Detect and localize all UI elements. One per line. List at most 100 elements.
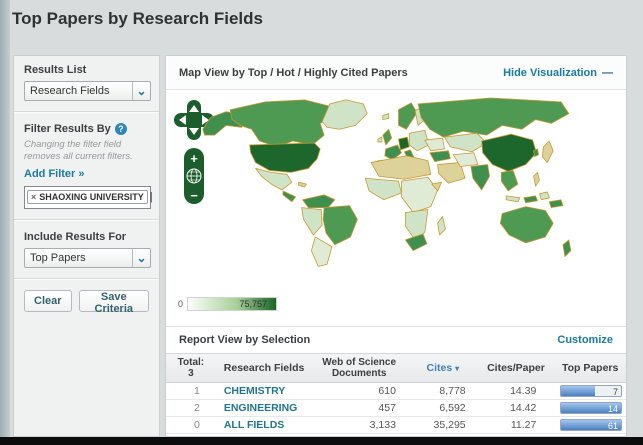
country-australia [499, 206, 554, 244]
cites-cell: 35,295 [433, 419, 466, 431]
hide-visualization-label: Hide Visualization [503, 66, 597, 79]
country-south-africa [404, 233, 428, 252]
chevron-down-icon: ⌄ [132, 248, 150, 267]
top-papers-bar: 61 [560, 419, 622, 431]
table-row: 2 ENGINEERING 457 6,592 14.42 14 [166, 400, 626, 417]
top-papers-bar: 7 [560, 385, 622, 397]
legend-min-value: 0 [178, 299, 184, 309]
country-brazil [322, 205, 358, 246]
cites-per-paper-cell: 14.42 [510, 402, 537, 414]
rank-cell: 1 [193, 385, 200, 397]
region-central-east-africa [401, 176, 439, 213]
region-indonesia-west [505, 195, 521, 203]
map-view-header-bar: Map View by Top / Hot / Highly Cited Pap… [166, 56, 626, 90]
total-label: Total: [177, 356, 205, 368]
legend-gradient-bar: 75,757 [187, 297, 278, 311]
docs-cell: 610 [378, 385, 396, 397]
table-header-row: Total: 3 Research Fields Web of Science … [166, 353, 626, 383]
rank-cell: 2 [193, 402, 200, 414]
filter-sidebar: Results List Research Fields ⌄ Filter Re… [13, 55, 160, 437]
region-scandinavia [398, 102, 418, 130]
filter-tag[interactable]: × SHAOXING UNIVERSITY [27, 190, 148, 205]
close-icon[interactable]: × [31, 192, 36, 202]
results-list-value: Research Fields [30, 85, 110, 97]
top-papers-value: 14 [607, 404, 618, 414]
country-usa [249, 142, 321, 173]
cites-cell: 8,778 [439, 385, 466, 397]
cites-per-paper-cell: 11.27 [510, 419, 537, 431]
country-germany [398, 136, 410, 151]
country-new-zealand [562, 239, 572, 257]
cites-label: Cites [426, 362, 453, 374]
rank-cell: 0 [193, 419, 200, 431]
sort-down-icon: ▾ [455, 364, 460, 373]
add-filter-link[interactable]: Add Filter » [24, 168, 85, 180]
cites-cell: 6,592 [439, 402, 466, 414]
page-title: Top Papers by Research Fields [12, 9, 263, 28]
filter-note: Changing the filter field removes all cu… [24, 139, 133, 162]
country-canada [229, 99, 333, 148]
region-peru-bolivia [301, 207, 323, 236]
docs-cell: 457 [378, 402, 396, 414]
left-edge-strip [0, 0, 10, 445]
save-criteria-button[interactable]: Save Criteria [78, 289, 149, 315]
country-iceland [382, 113, 390, 120]
chevron-down-icon: ⌄ [132, 82, 150, 100]
field-link[interactable]: ENGINEERING [216, 402, 311, 414]
field-link[interactable]: ALL FIELDS [216, 419, 311, 431]
top-papers-bar-fill [561, 386, 596, 396]
bottom-bar [0, 437, 643, 445]
map-legend: 0 75,757 [178, 297, 278, 311]
top-papers-value: 7 [612, 387, 618, 397]
include-results-label: Include Results For [24, 230, 127, 243]
include-results-select[interactable]: Top Papers ⌄ [24, 247, 151, 268]
column-header-research-fields[interactable]: Research Fields [216, 362, 311, 374]
results-list-select[interactable]: Research Fields ⌄ [24, 81, 151, 101]
country-papua-new-guinea [548, 199, 564, 208]
region-indochina [500, 170, 519, 192]
country-russia [417, 97, 570, 138]
country-ukraine [424, 137, 445, 152]
country-philippines [533, 171, 540, 187]
filter-input[interactable]: × SHAOXING UNIVERSITY | [24, 185, 153, 209]
top-papers-value: 61 [607, 421, 618, 431]
region-indonesia-mid [523, 195, 538, 204]
hide-visualization-link[interactable]: Hide Visualization — [503, 67, 613, 79]
region-north-africa [370, 155, 432, 180]
region-colombia-venezuela [302, 194, 336, 208]
country-kazakhstan [444, 132, 487, 153]
help-icon[interactable]: ? [114, 123, 127, 135]
sidebar-divider [14, 277, 159, 280]
column-header-top-papers[interactable]: Top Papers [554, 362, 626, 374]
filter-results-by-label: Filter Results By [24, 123, 111, 135]
main-panel: Map View by Top / Hot / Highly Cited Pap… [165, 55, 627, 437]
column-header-cites[interactable]: Cites ▾ [408, 362, 478, 374]
results-list-label: Results List [24, 64, 87, 76]
country-india [470, 164, 490, 191]
table-row: 1 CHEMISTRY 610 8,778 14.39 7 [166, 383, 626, 400]
country-turkey [429, 150, 451, 162]
column-header-cites-per-paper[interactable]: Cites/Paper [478, 362, 555, 374]
text-caret: | [149, 191, 153, 204]
top-papers-bar: 14 [560, 402, 622, 414]
country-china [481, 133, 537, 172]
include-results-value: Top Papers [30, 251, 86, 264]
country-uk [382, 128, 393, 146]
sidebar-divider [14, 111, 159, 113]
report-view-title: Report View by Selection [179, 334, 311, 346]
country-south-korea [533, 148, 539, 158]
report-view-header-bar: Report View by Selection Customize [166, 326, 626, 353]
legend-max-value: 75,757 [239, 299, 268, 309]
docs-cell: 3,133 [369, 419, 396, 431]
column-header-wos-documents[interactable]: Web of Science Documents [310, 357, 408, 379]
cites-per-paper-cell: 14.39 [510, 385, 537, 397]
field-link[interactable]: CHEMISTRY [216, 385, 311, 397]
customize-link[interactable]: Customize [557, 334, 613, 346]
column-header-total: Total: 3 [166, 357, 216, 380]
clear-button[interactable]: Clear [24, 289, 72, 312]
world-map-svg[interactable] [196, 96, 601, 282]
sidebar-divider [14, 218, 159, 221]
region-southern-africa [404, 209, 429, 241]
region-central-america [282, 190, 297, 203]
map-view-title: Map View by Top / Hot / Highly Cited Pap… [179, 66, 408, 79]
